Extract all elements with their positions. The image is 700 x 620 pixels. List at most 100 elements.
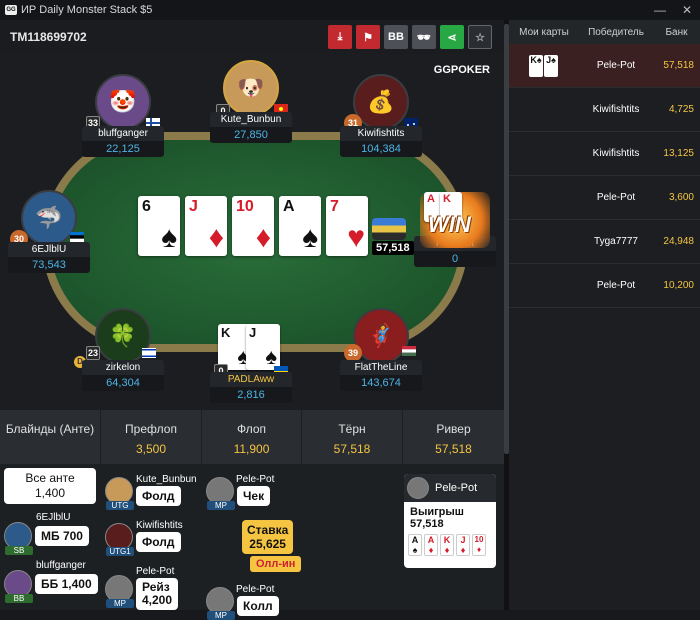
hole-card: J ♠	[246, 324, 280, 370]
seat-flattheline[interactable]: 🦸 39 FlatTheLine 143,674	[340, 308, 422, 391]
win-banner: A K WIN	[420, 192, 490, 248]
win-amount: Выигрыш 57,518	[410, 506, 464, 530]
row-winner: Kiwifishtits	[592, 104, 640, 115]
board-card: A ♠	[279, 196, 321, 256]
action-big-blind: BB ББ 1,400	[4, 570, 98, 603]
player-name: FlatTheLine	[340, 360, 422, 375]
history-row[interactable]: Tyga7777 24,948	[509, 220, 700, 264]
board-card: 6 ♠	[138, 196, 180, 256]
incognito-icon: 🕶	[417, 31, 431, 44]
col-winner: Победитель	[588, 26, 644, 38]
seat-bluffganger[interactable]: 🤡 33 bluffganger 22,125	[82, 74, 164, 157]
avatar: 🦈	[21, 190, 77, 246]
row-winner: Pele-Pot	[596, 192, 636, 203]
close-icon[interactable]: ✕	[682, 3, 692, 17]
row-winner: Pele-Pot	[596, 280, 636, 291]
player-stack: 22,125	[82, 141, 164, 157]
player-stack: 64,304	[82, 375, 164, 391]
row-pot: 3,600	[668, 192, 694, 203]
hungary-flag-icon	[402, 346, 416, 356]
player-name: bluffganger	[82, 126, 164, 141]
incognito-button[interactable]: 🕶	[412, 25, 436, 49]
hand-card: 10 ♦	[472, 534, 486, 556]
player-name: 6EJlblU	[8, 242, 90, 257]
street-header-river: Ривер 57,518	[403, 410, 504, 464]
avatar	[407, 477, 429, 499]
action-small-blind: SB МБ 700	[4, 522, 89, 555]
window-title: ИР Daily Monster Stack $5	[21, 4, 153, 16]
avatar: MP	[206, 587, 235, 620]
app-logo-icon: GG	[5, 5, 17, 15]
board-card: 10 ♦	[232, 196, 274, 256]
row-pot: 24,948	[663, 236, 694, 247]
win-label: WIN	[428, 212, 471, 237]
share-button[interactable]: ⋖	[440, 25, 464, 49]
winning-hand-cards: A ♠ A ♦ K ♦ J ♦ 10 ♦	[408, 534, 496, 556]
avatar: MP	[206, 477, 235, 510]
action-flop-call: MP Колл	[206, 586, 279, 620]
action-utg: UTG Фолд	[105, 476, 181, 510]
avatar: BB	[4, 570, 33, 603]
row-winner: Kiwifishtits	[592, 148, 640, 159]
minimize-icon[interactable]: —	[654, 3, 666, 17]
download-button[interactable]: ⤓	[328, 25, 352, 49]
player-name: Kiwifishtits	[340, 126, 422, 141]
seat-kiwifishtits[interactable]: 💰 31 Kiwifishtits 104,384	[340, 74, 422, 157]
action-history: Блайнды (Анте) Префлоп 3,500 Флоп 11,900 Т…	[0, 410, 504, 620]
flag-button[interactable]: ⚑	[356, 25, 380, 49]
player-name: Kute_Bunbun	[210, 112, 292, 127]
pot-amount: 57,518	[372, 241, 414, 255]
hand-history-panel: Мои карты Победитель Банк K♠ J♠ Pele-Pot…	[509, 20, 700, 610]
street-header-preflop: Префлоп 3,500	[101, 410, 201, 464]
avatar: UTG	[105, 477, 134, 510]
street-header-blinds: Блайнды (Анте)	[0, 410, 100, 464]
star-icon: ☆	[475, 31, 485, 44]
bb-button[interactable]: BB	[384, 25, 408, 49]
avatar: MP	[105, 575, 134, 608]
share-icon: ⋖	[447, 31, 457, 44]
player-stack: 143,674	[340, 375, 422, 391]
col-my-cards: Мои карты	[519, 26, 569, 38]
avatar: 🐶	[223, 60, 279, 116]
history-row[interactable]: Pele-Pot 3,600	[509, 176, 700, 220]
row-pot: 13,125	[663, 148, 694, 159]
hand-card: J ♦	[456, 534, 470, 556]
poker-table-area: GGPOKER 🤡 33 bluffganger 22,125 🐶 0 Kute…	[0, 54, 504, 410]
history-row[interactable]: K♠ J♠ Pele-Pot 57,518	[509, 44, 700, 88]
hand-card: A ♦	[424, 534, 438, 556]
favorite-button[interactable]: ☆	[468, 25, 492, 49]
street-header-turn: Тёрн 57,518	[302, 410, 402, 464]
community-cards: 6 ♠ J ♦ 10 ♦ A ♠ 7 ♥	[138, 196, 368, 256]
street-header-flop: Флоп 11,900	[202, 410, 301, 464]
seat-6ejlblu[interactable]: 🦈 30 6EJlblU 73,543	[8, 190, 90, 273]
action-mp-raise: MP Рейз 4,200	[105, 568, 179, 610]
player-stack: 27,850	[210, 127, 292, 143]
hand-card: A ♠	[408, 534, 422, 556]
history-row[interactable]: Kiwifishtits 13,125	[509, 132, 700, 176]
chips-icon	[372, 218, 406, 240]
row-pot: 4,725	[668, 104, 694, 115]
board-card: J ♦	[185, 196, 227, 256]
seat-padlaww[interactable]: 0 PADLAww 2,816	[210, 364, 292, 403]
bet-bubble: Ставка 25,625	[242, 520, 294, 554]
pot: 57,518	[372, 218, 414, 255]
row-pot: 57,518	[663, 60, 694, 71]
hand-card: K ♦	[440, 534, 454, 556]
player-name: PADLAww	[210, 372, 292, 387]
player-stack: 104,384	[340, 141, 422, 157]
avatar: UTG1	[105, 523, 134, 556]
seat-kute-bunbun[interactable]: 🐶 0 Kute_Bunbun 27,850	[210, 60, 292, 143]
history-row[interactable]: Pele-Pot 10,200	[509, 264, 700, 308]
flag-icon: ⚑	[363, 31, 373, 44]
player-name: zirkelon	[82, 360, 164, 375]
download-icon: ⤓	[337, 30, 343, 43]
board-card: 7 ♥	[326, 196, 368, 256]
mini-card: K♠	[529, 54, 543, 77]
ggpoker-logo: GGPOKER	[433, 64, 490, 76]
seat-zirkelon[interactable]: 🍀 23 D zirkelon 64,304	[74, 308, 164, 391]
mini-card: J♠	[544, 54, 558, 77]
row-winner: Pele-Pot	[596, 60, 636, 71]
avatar: 🤡	[95, 74, 151, 130]
level-badge: 23	[86, 346, 100, 360]
history-row[interactable]: Kiwifishtits 4,725	[509, 88, 700, 132]
